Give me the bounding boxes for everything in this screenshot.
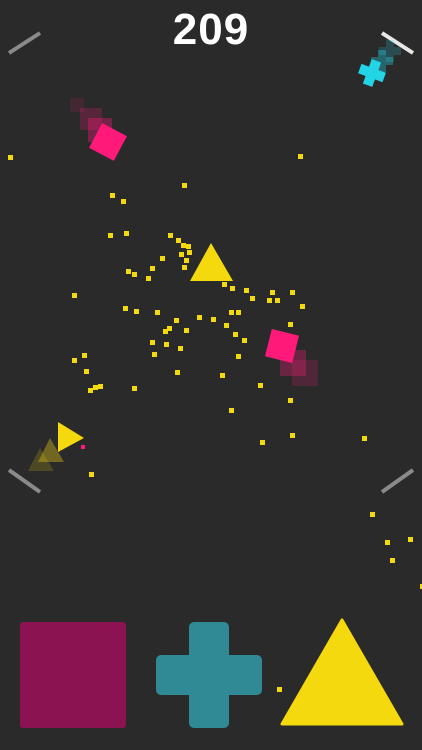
particle [108, 233, 113, 238]
particle [88, 388, 93, 393]
wall-marker-mid-right [380, 468, 415, 494]
particle [300, 304, 305, 309]
particle [132, 386, 137, 391]
particle [275, 298, 280, 303]
particle [220, 373, 225, 378]
particle [152, 352, 157, 357]
particle [178, 346, 183, 351]
particle [123, 306, 128, 311]
particle [385, 540, 390, 545]
particle [175, 370, 180, 375]
particle [121, 199, 126, 204]
particle [184, 258, 189, 263]
particle [290, 290, 295, 295]
particle [124, 231, 129, 236]
particle [288, 322, 293, 327]
particle [98, 384, 103, 389]
particle [110, 193, 115, 198]
square-shape-icon [20, 622, 126, 728]
particle [370, 512, 375, 517]
particle [182, 265, 187, 270]
particle [236, 354, 241, 359]
particle [150, 340, 155, 345]
particle [155, 310, 160, 315]
cross-shape-button[interactable] [156, 622, 262, 728]
triangle-shape-icon [280, 618, 404, 726]
particle [93, 385, 98, 390]
particle [229, 310, 234, 315]
particle [244, 288, 249, 293]
particle [233, 332, 238, 337]
particle [179, 252, 184, 257]
particle [288, 398, 293, 403]
particle [362, 436, 367, 441]
particle [126, 269, 131, 274]
particle [168, 233, 173, 238]
particle [176, 238, 181, 243]
particle [184, 328, 189, 333]
enemy-triangle [28, 422, 85, 471]
game-screen: 209 [0, 0, 422, 750]
score-display: 209 [172, 5, 250, 54]
particle [236, 310, 241, 315]
particle [82, 353, 87, 358]
particle [186, 244, 191, 249]
particle [182, 183, 187, 188]
particle [89, 472, 94, 477]
cross-shape-icon [156, 622, 262, 728]
particle [84, 369, 89, 374]
enemy-square-2 [265, 329, 318, 386]
particle [8, 155, 13, 160]
particle-field [8, 154, 422, 692]
particle [160, 256, 165, 261]
wall-marker-mid-left [7, 468, 42, 494]
particle [150, 266, 155, 271]
particle [258, 383, 263, 388]
particle [174, 318, 179, 323]
particle [260, 440, 265, 445]
particle [408, 537, 413, 542]
particle [187, 250, 192, 255]
particle [181, 243, 186, 248]
particle [267, 298, 272, 303]
particle [222, 282, 227, 287]
particle [229, 408, 234, 413]
particle [224, 323, 229, 328]
particle [290, 433, 295, 438]
particle [72, 293, 77, 298]
particle [163, 329, 168, 334]
particle [132, 272, 137, 277]
enemy-square-1 [70, 98, 127, 161]
particle [146, 276, 151, 281]
particle [211, 317, 216, 322]
square-shape-button[interactable] [20, 622, 126, 728]
player-triangle [190, 243, 233, 281]
particle [72, 358, 77, 363]
particle [134, 309, 139, 314]
particle [164, 342, 169, 347]
triangle-shape-button[interactable] [280, 618, 404, 726]
particle [230, 286, 235, 291]
particle [390, 558, 395, 563]
particle [298, 154, 303, 159]
particle [197, 315, 202, 320]
particle [270, 290, 275, 295]
particle [242, 338, 247, 343]
particle [250, 296, 255, 301]
